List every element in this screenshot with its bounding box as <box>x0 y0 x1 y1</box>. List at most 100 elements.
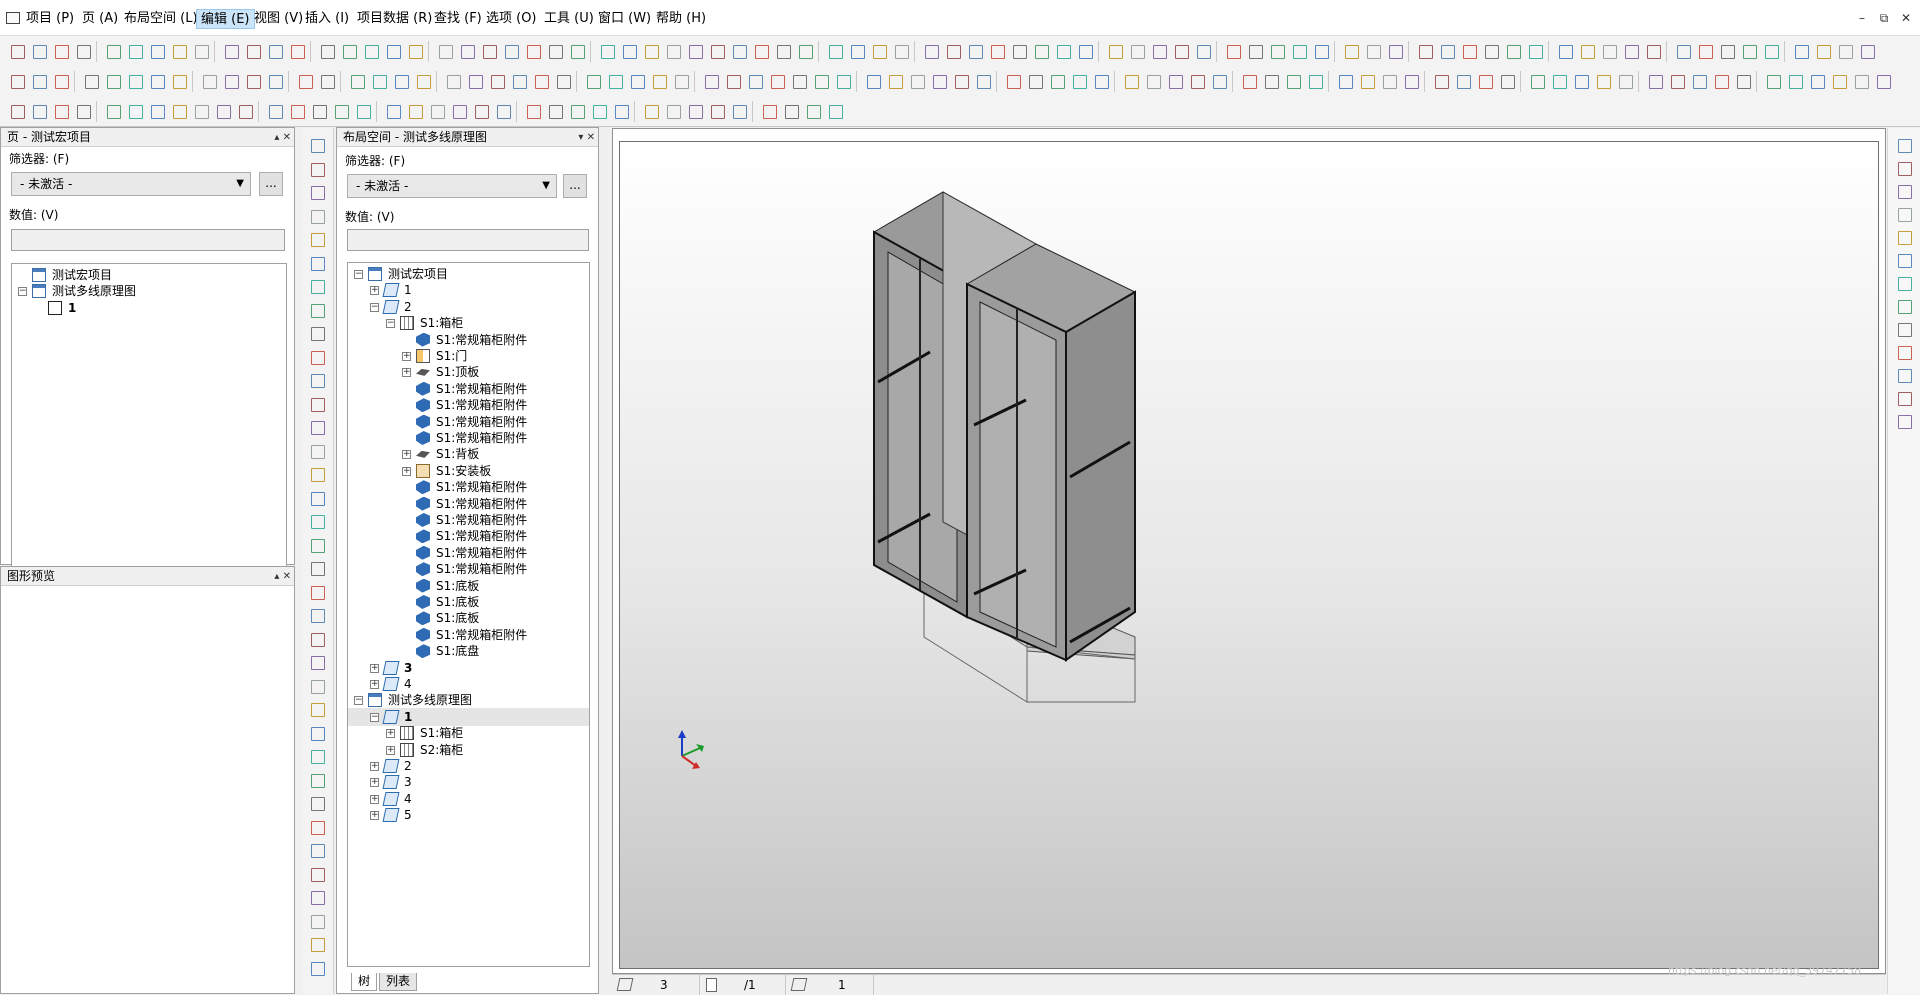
toolbar-button[interactable] <box>288 42 306 60</box>
toolbar-button[interactable] <box>886 72 904 90</box>
toolbar-button[interactable] <box>664 42 682 60</box>
toolbar-button[interactable] <box>1290 42 1308 60</box>
tree-node[interactable]: + S1:背板 <box>348 445 589 463</box>
toolbar-button[interactable] <box>686 102 704 120</box>
toolbar-button[interactable] <box>30 102 48 120</box>
toolbar-button[interactable] <box>642 102 660 120</box>
toolbar-button[interactable] <box>1380 72 1398 90</box>
tree-node[interactable]: +2 <box>348 757 589 775</box>
toolbar-button[interactable] <box>554 72 572 90</box>
tree-node[interactable]: S1:常规箱柜附件 <box>348 331 589 349</box>
tool-button[interactable] <box>1895 274 1913 292</box>
toolbar-button[interactable] <box>1578 42 1596 60</box>
tool-button[interactable] <box>308 935 326 953</box>
toolbar-button[interactable] <box>908 72 926 90</box>
tool-button[interactable] <box>308 418 326 436</box>
toolbar-button[interactable] <box>1004 72 1022 90</box>
toolbar-button[interactable] <box>126 72 144 90</box>
toolbar-button[interactable] <box>444 72 462 90</box>
tool-button[interactable] <box>308 959 326 977</box>
tool-button[interactable] <box>1895 389 1913 407</box>
toolbar-button[interactable] <box>296 72 314 90</box>
toolbar-button[interactable] <box>1690 72 1708 90</box>
filter-more-button[interactable]: ... <box>563 174 587 198</box>
toolbar-button[interactable] <box>318 42 336 60</box>
tree-node[interactable]: +3 <box>348 773 589 791</box>
menu-help[interactable]: 帮助 (H) <box>652 9 710 29</box>
toolbar-button[interactable] <box>826 102 844 120</box>
toolbar-button[interactable] <box>74 102 92 120</box>
toolbar-button[interactable] <box>8 72 26 90</box>
tree-node[interactable]: + S1:安装板 <box>348 462 589 480</box>
collapse-icon[interactable]: − <box>354 270 363 279</box>
toolbar-button[interactable] <box>170 102 188 120</box>
toolbar-button[interactable] <box>480 42 498 60</box>
toolbar-button[interactable] <box>568 42 586 60</box>
toolbar-button[interactable] <box>1268 42 1286 60</box>
tree-node[interactable]: + S1:门 <box>348 347 589 365</box>
tool-button[interactable] <box>308 512 326 530</box>
tree-node[interactable]: S1:底板 <box>348 609 589 627</box>
toolbar-button[interactable] <box>466 72 484 90</box>
tool-button[interactable] <box>308 465 326 483</box>
toolbar-button[interactable] <box>774 42 792 60</box>
toolbar-button[interactable] <box>1482 42 1500 60</box>
toolbar-button[interactable] <box>746 72 764 90</box>
toolbar-button[interactable] <box>1528 72 1546 90</box>
tree-node[interactable]: S1:常规箱柜附件 <box>348 495 589 513</box>
toolbar-button[interactable] <box>392 72 410 90</box>
tree-node[interactable]: +4 <box>348 675 589 693</box>
tree-node[interactable]: 测试宏项目 <box>12 266 286 284</box>
tool-button[interactable] <box>308 207 326 225</box>
layout-tree[interactable]: − 测试宏项目 +1−2− S1:箱柜 S1:常规箱柜附件 + S1:门 + S1:顶板 S1:常… <box>347 262 590 967</box>
tool-button[interactable] <box>308 700 326 718</box>
menu-find[interactable]: 查找 (F) <box>430 9 486 29</box>
layout-tab-tree[interactable]: 树 <box>351 973 378 991</box>
toolbar-button[interactable] <box>1026 72 1044 90</box>
toolbar-button[interactable] <box>222 72 240 90</box>
toolbar-button[interactable] <box>488 72 506 90</box>
tool-button[interactable] <box>308 301 326 319</box>
toolbar-button[interactable] <box>546 42 564 60</box>
toolbar-button[interactable] <box>988 42 1006 60</box>
toolbar-button[interactable] <box>1762 42 1780 60</box>
toolbar-button[interactable] <box>1718 42 1736 60</box>
toolbar-button[interactable] <box>730 42 748 60</box>
toolbar-button[interactable] <box>642 42 660 60</box>
tree-node[interactable]: S1:常规箱柜附件 <box>348 429 589 447</box>
menu-options[interactable]: 选项 (O) <box>482 9 541 29</box>
expand-icon[interactable]: + <box>402 368 411 378</box>
toolbar-button[interactable] <box>612 102 630 120</box>
toolbar-button[interactable] <box>1262 72 1280 90</box>
toolbar-button[interactable] <box>1498 72 1516 90</box>
toolbar-button[interactable] <box>244 72 262 90</box>
toolbar-button[interactable] <box>1032 42 1050 60</box>
menu-window[interactable]: 窗口 (W) <box>594 9 655 29</box>
toolbar-button[interactable] <box>104 42 122 60</box>
toolbar-button[interactable] <box>1070 72 1088 90</box>
toolbar-button[interactable] <box>724 72 742 90</box>
toolbar-button[interactable] <box>1312 42 1330 60</box>
toolbar-button[interactable] <box>1358 72 1376 90</box>
tree-node[interactable]: − 测试多线原理图 <box>12 282 286 300</box>
toolbar-button[interactable] <box>370 72 388 90</box>
tree-node[interactable]: − 测试宏项目 <box>348 265 589 283</box>
tool-button[interactable] <box>1895 136 1913 154</box>
toolbar-button[interactable] <box>1076 42 1094 60</box>
toolbar-button[interactable] <box>8 42 26 60</box>
tool-button[interactable] <box>308 771 326 789</box>
toolbar-button[interactable] <box>266 102 284 120</box>
menu-project[interactable]: 项目 (P) <box>22 9 78 29</box>
toolbar-button[interactable] <box>1644 42 1662 60</box>
tool-button[interactable] <box>308 324 326 342</box>
toolbar-button[interactable] <box>406 102 424 120</box>
menu-edit[interactable]: 编辑 (E) <box>196 9 255 29</box>
toolbar-button[interactable] <box>332 102 350 120</box>
toolbar-button[interactable] <box>510 72 528 90</box>
toolbar-button[interactable] <box>494 102 512 120</box>
toolbar-button[interactable] <box>606 72 624 90</box>
toolbar-button[interactable] <box>1240 72 1258 90</box>
tool-button[interactable] <box>308 747 326 765</box>
toolbar-button[interactable] <box>428 102 446 120</box>
expand-icon[interactable]: + <box>370 286 379 296</box>
